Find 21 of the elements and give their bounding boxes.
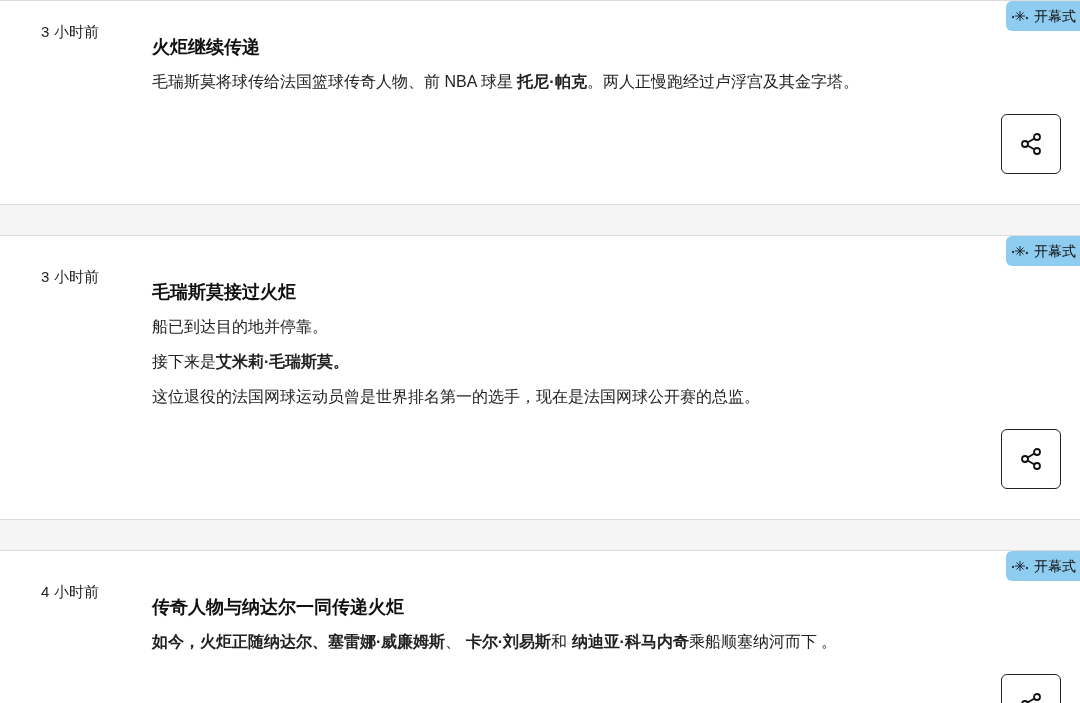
badge-label: 开幕式 [1034,556,1076,576]
share-button[interactable] [1001,114,1061,174]
post-time: 3 小时前 [40,267,100,287]
share-icon [1019,132,1043,156]
post-text: 船已到达目的地并停靠。 [152,317,329,337]
post-text: 毛瑞斯莫将球传给法国篮球传奇人物、前 NBA 球星 托尼·帕克。两人正慢跑经过卢浮宫及其金字塔。 [152,72,859,92]
sparkle-icon [1012,10,1028,22]
post-text: 如今，火炬正随纳达尔、塞雷娜·威廉姆斯、 卡尔·刘易斯和 纳迪亚·科马内奇乘船顺塞纳河而下 。 [152,632,838,652]
badge-label: 开幕式 [1034,6,1076,26]
post-title: 传奇人物与纳达尔一同传递火炬 [152,596,405,619]
post-time: 3 小时前 [40,22,100,42]
post-text: 这位退役的法国网球运动员曾是世界排名第一的选手，现在是法国网球公开赛的总监。 [152,387,760,407]
sparkle-icon [1012,560,1028,572]
badge-label: 开幕式 [1034,241,1076,261]
post-title: 火炬继续传递 [152,36,261,59]
share-icon [1019,447,1043,471]
post-time: 4 小时前 [40,582,100,602]
post-text: 接下来是艾米莉·毛瑞斯莫。 [152,352,351,372]
sparkle-icon [1012,245,1028,257]
share-button[interactable] [1001,429,1061,489]
post-title: 毛瑞斯莫接过火炬 [152,281,297,304]
